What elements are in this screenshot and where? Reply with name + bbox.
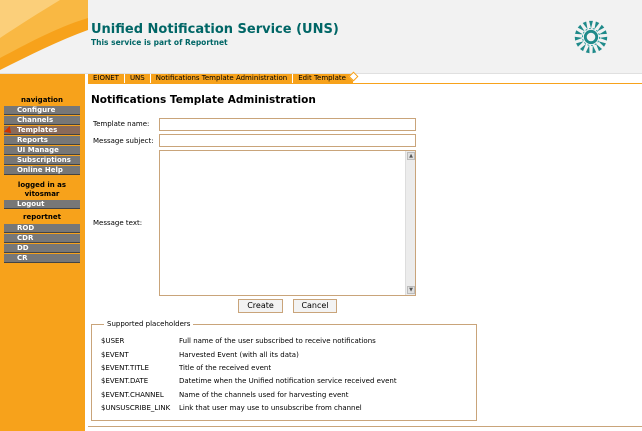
scroll-down-icon[interactable]: ▼ <box>407 286 415 294</box>
site-title: Unified Notification Service (UNS) <box>91 22 339 37</box>
placeholder-key: $UNSUSCRIBE_LINK <box>101 404 171 412</box>
message-subject-input[interactable] <box>159 134 416 147</box>
breadcrumb: EIONET UNS Notifications Template Admini… <box>88 74 353 83</box>
message-text-label: Message text: <box>93 219 143 227</box>
placeholder-description: Full name of the user subscribed to rece… <box>179 337 376 345</box>
nav-item-templates[interactable]: Templates <box>4 126 80 135</box>
nav-item-configure[interactable]: Configure <box>4 106 80 115</box>
breadcrumb-uns[interactable]: UNS <box>125 74 151 83</box>
reportnet-item-rod[interactable]: ROD <box>4 224 80 233</box>
placeholder-description: Harvested Event (with all its data) <box>179 351 299 359</box>
nav-item-ui-manage[interactable]: UI Manage <box>4 146 80 155</box>
reportnet-item-cdr[interactable]: CDR <box>4 234 80 243</box>
logout-button[interactable]: Logout <box>4 200 80 209</box>
breadcrumb-edit-template: Edit Template <box>298 74 346 82</box>
placeholder-key: $USER <box>101 337 125 345</box>
nav-item-reports[interactable]: Reports <box>4 136 80 145</box>
page-header: Unified Notification Service (UNS) This … <box>0 0 642 74</box>
bottom-rule <box>88 426 642 427</box>
header-swoosh-decoration <box>0 0 88 70</box>
eionet-logo-icon[interactable] <box>572 18 610 56</box>
reportnet-item-cr[interactable]: CR <box>4 254 80 263</box>
placeholder-key: $EVENT.TITLE <box>101 364 149 372</box>
template-name-input[interactable] <box>159 118 416 131</box>
breadcrumb-eionet[interactable]: EIONET <box>88 74 125 83</box>
cancel-button[interactable]: Cancel <box>293 299 337 313</box>
placeholder-key: $EVENT.CHANNEL <box>101 391 164 399</box>
create-button[interactable]: Create <box>238 299 283 313</box>
left-navigation-edge <box>85 74 88 431</box>
template-name-label: Template name: <box>93 120 150 128</box>
breadcrumb-rule <box>88 83 642 84</box>
nav-item-subscriptions[interactable]: Subscriptions <box>4 156 80 165</box>
placeholder-key: $EVENT.DATE <box>101 377 149 385</box>
message-text-scrollbar[interactable]: ▲ ▼ <box>405 151 415 295</box>
message-text-area[interactable]: ▲ ▼ <box>159 150 416 296</box>
placeholder-key: $EVENT <box>101 351 129 359</box>
placeholder-description: Title of the received event <box>179 364 272 372</box>
nav-item-channels[interactable]: Channels <box>4 116 80 125</box>
site-subtitle: This service is part of Reportnet <box>91 38 228 47</box>
scroll-up-icon[interactable]: ▲ <box>407 152 415 160</box>
logged-in-username: vitosmar <box>24 190 60 198</box>
placeholder-description: Datetime when the Unified notification s… <box>179 377 397 385</box>
message-subject-label: Message subject: <box>93 137 154 145</box>
reportnet-item-dd[interactable]: DD <box>4 244 80 253</box>
placeholders-legend: Supported placeholders <box>104 320 194 328</box>
nav-item-online-help[interactable]: Online Help <box>4 166 80 175</box>
nav-heading: navigation <box>21 96 63 104</box>
page-title: Notifications Template Administration <box>91 94 316 106</box>
placeholder-description: Name of the channels used for harvesting… <box>179 391 349 399</box>
placeholder-description: Link that user may use to unsubscribe fr… <box>179 404 362 412</box>
breadcrumb-template-admin[interactable]: Notifications Template Administration <box>151 74 294 83</box>
reportnet-heading: reportnet <box>23 213 61 221</box>
logged-in-label: logged in as <box>17 181 67 189</box>
